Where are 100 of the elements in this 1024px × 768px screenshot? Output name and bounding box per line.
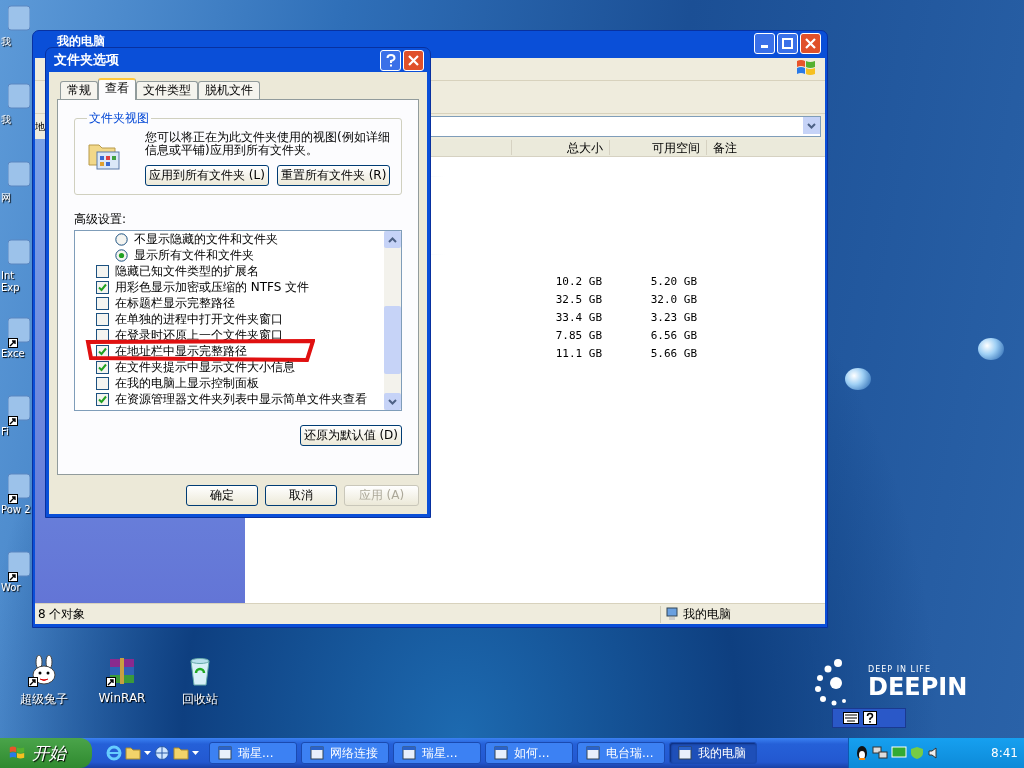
taskbar-button[interactable]: 电台瑞... [577, 742, 665, 764]
window-icon [494, 746, 508, 760]
taskbar-button[interactable]: 我的电脑 [669, 742, 757, 764]
globe-icon[interactable] [154, 745, 170, 761]
help-icon[interactable] [863, 711, 877, 725]
table-cell-text: 10.2 GB [554, 274, 603, 288]
dropdown-button[interactable] [803, 117, 820, 134]
status-text: 8 个对象 [37, 605, 87, 623]
icon-label: 我 [1, 36, 12, 48]
logo-tagline: DEEP IN LIFE [868, 664, 931, 674]
checkbox[interactable] [96, 264, 109, 278]
help-icon [385, 53, 396, 67]
folder-icon[interactable] [125, 746, 141, 760]
table-cell-text: 11.1 GB [554, 346, 603, 360]
network-icon[interactable] [872, 746, 888, 760]
setting-label: 显示所有文件和文件夹 [134, 246, 254, 264]
caret-icon [388, 398, 397, 405]
table-cell-text: 5.20 GB [649, 274, 698, 288]
setting-label: 在文件夹提示中显示文件大小信息 [115, 358, 295, 376]
icon-label: 超级兔子 [20, 691, 68, 708]
browser-e-icon[interactable] [106, 745, 122, 761]
minimize-button[interactable] [754, 33, 775, 54]
tab[interactable]: 查看 [98, 78, 136, 100]
checkbox[interactable] [96, 392, 109, 406]
checkbox[interactable] [96, 280, 109, 294]
view-button[interactable]: 应用到所有文件夹 (L) [145, 165, 269, 186]
maximize-icon [782, 38, 793, 49]
water-drop-drawing [845, 368, 871, 390]
icon-label: Fi [1, 426, 10, 438]
icon-label: 回收站 [182, 691, 218, 708]
checkbox[interactable] [96, 360, 109, 374]
windows-flag-icon [795, 58, 817, 78]
close-button[interactable] [800, 33, 821, 54]
restore-defaults-button[interactable]: 还原为默认值 (D) [299, 425, 402, 446]
address-label: 地 [35, 119, 45, 134]
tab[interactable]: 常规 [60, 81, 98, 99]
start-button[interactable]: 开始 [0, 738, 92, 768]
window-icon [678, 746, 692, 760]
windows-flag-icon [8, 745, 26, 761]
column-header[interactable]: 可用空间 [610, 140, 707, 155]
scrollbar[interactable] [384, 231, 401, 410]
caret-icon [807, 122, 816, 129]
column-header[interactable]: 总大小 [512, 140, 610, 155]
maximize-button[interactable] [777, 33, 798, 54]
icon-label: WinRAR [98, 691, 146, 705]
scroll-down-button[interactable] [384, 393, 401, 410]
help-button[interactable] [380, 49, 401, 71]
view-button[interactable]: 重置所有文件夹 (R) [276, 165, 391, 186]
program-icon [8, 394, 30, 422]
close-icon [408, 54, 419, 66]
dialog-button[interactable]: 确定 [186, 485, 258, 506]
radio-button[interactable] [115, 248, 128, 262]
water-drop-drawing [978, 338, 1004, 360]
folder-icon[interactable] [173, 746, 189, 760]
taskbar-button[interactable]: 网络连接 [301, 742, 389, 764]
setting-label: 不显示隐藏的文件和文件夹 [134, 231, 278, 248]
status-text: 我的电脑 [683, 605, 731, 623]
section-label: 高级设置: [74, 211, 128, 228]
taskbar-button[interactable]: 如何... [485, 742, 573, 764]
icon-label: Exce [1, 348, 26, 360]
table-cell-text: 32.5 GB [554, 292, 603, 306]
checkbox[interactable] [96, 312, 109, 326]
checkbox[interactable] [96, 344, 109, 358]
table-cell-text: 5.66 GB [649, 346, 698, 360]
dialog-title: 文件夹选项 [54, 51, 120, 69]
setting-label: 在地址栏中显示完整路径 [115, 342, 247, 360]
table-cell-text: 32.0 GB [649, 292, 698, 306]
setting-label: 在登录时还原上一个文件夹窗口 [115, 326, 283, 344]
program-icon [8, 316, 30, 344]
icon-label: Int Exp [1, 270, 21, 294]
program-icon [8, 472, 30, 500]
dialog-button[interactable]: 取消 [265, 485, 337, 506]
scroll-up-button[interactable] [384, 231, 401, 248]
penguin-icon[interactable] [855, 745, 869, 761]
table-cell-text: 7.85 GB [554, 328, 603, 342]
column-header[interactable]: 备注 [707, 140, 825, 155]
setting-label: 在标题栏显示完整路径 [115, 294, 235, 312]
table-cell-text: 3.23 GB [649, 310, 698, 324]
logo-text: DEEPIN [868, 673, 968, 700]
taskbar-button[interactable]: 瑞星... [209, 742, 297, 764]
caret-icon[interactable] [144, 751, 151, 755]
checkbox[interactable] [96, 328, 109, 342]
caret-icon[interactable] [192, 751, 199, 755]
table-cell-text: 33.4 GB [554, 310, 603, 324]
setting-label: 隐藏已知文件类型的扩展名 [115, 262, 259, 280]
checkbox[interactable] [96, 376, 109, 390]
radio-button[interactable] [115, 232, 128, 246]
tab[interactable]: 文件类型 [136, 81, 198, 99]
scroll-thumb[interactable] [384, 306, 401, 374]
close-button[interactable] [403, 49, 424, 71]
checkbox[interactable] [96, 296, 109, 310]
icon-label: 我 [1, 114, 12, 126]
window-title: 我的电脑 [57, 33, 106, 50]
setting-label: 在我的电脑上显示控制面板 [115, 374, 259, 392]
tab[interactable]: 脱机文件 [198, 81, 260, 99]
keyboard-icon[interactable] [843, 712, 859, 724]
icon-label: 网 [1, 192, 12, 204]
clock: 8:41 [991, 746, 1018, 760]
taskbar-button[interactable]: 瑞星... [393, 742, 481, 764]
description-text: 您可以将正在为此文件夹使用的视图(例如详细信息或平铺)应用到所有文件夹。 [145, 131, 391, 157]
